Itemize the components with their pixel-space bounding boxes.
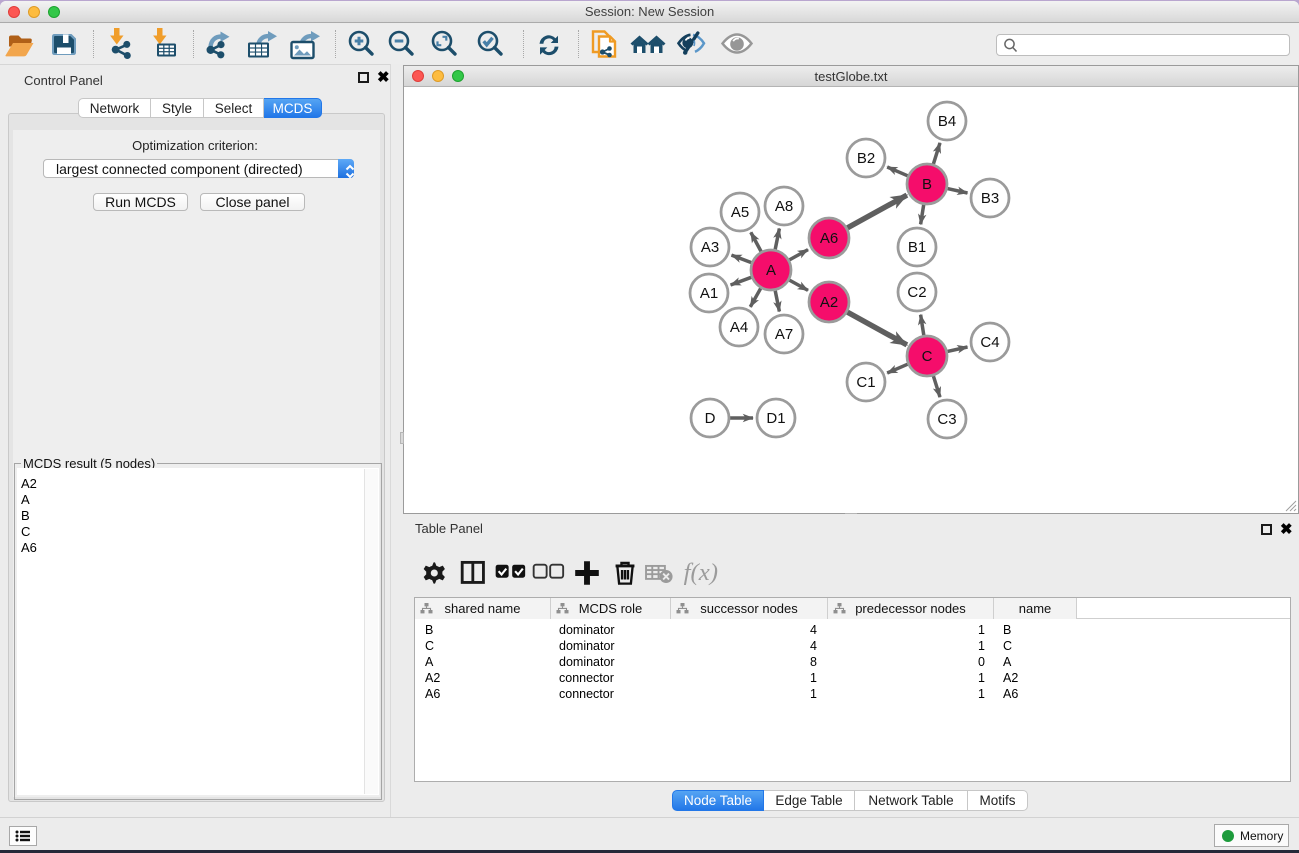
svg-text:B4: B4 — [938, 113, 956, 130]
svg-text:D1: D1 — [766, 410, 785, 427]
svg-text:B2: B2 — [857, 150, 875, 167]
svg-text:B: B — [922, 176, 932, 193]
svg-text:A8: A8 — [775, 198, 793, 215]
svg-text:C: C — [922, 348, 933, 365]
svg-text:A7: A7 — [775, 326, 793, 343]
svg-text:A1: A1 — [700, 285, 718, 302]
svg-text:C2: C2 — [907, 284, 926, 301]
svg-text:A3: A3 — [701, 239, 719, 256]
svg-text:A2: A2 — [820, 294, 838, 311]
svg-text:D: D — [705, 410, 716, 427]
svg-text:C3: C3 — [937, 411, 956, 428]
svg-text:A5: A5 — [731, 204, 749, 221]
svg-text:C4: C4 — [980, 334, 999, 351]
svg-text:A6: A6 — [820, 230, 838, 247]
svg-text:A: A — [766, 262, 776, 279]
svg-text:C1: C1 — [856, 374, 875, 391]
svg-text:A4: A4 — [730, 319, 748, 336]
svg-text:B1: B1 — [908, 239, 926, 256]
svg-text:B3: B3 — [981, 190, 999, 207]
svg-text:f(x): f(x) — [684, 559, 718, 586]
